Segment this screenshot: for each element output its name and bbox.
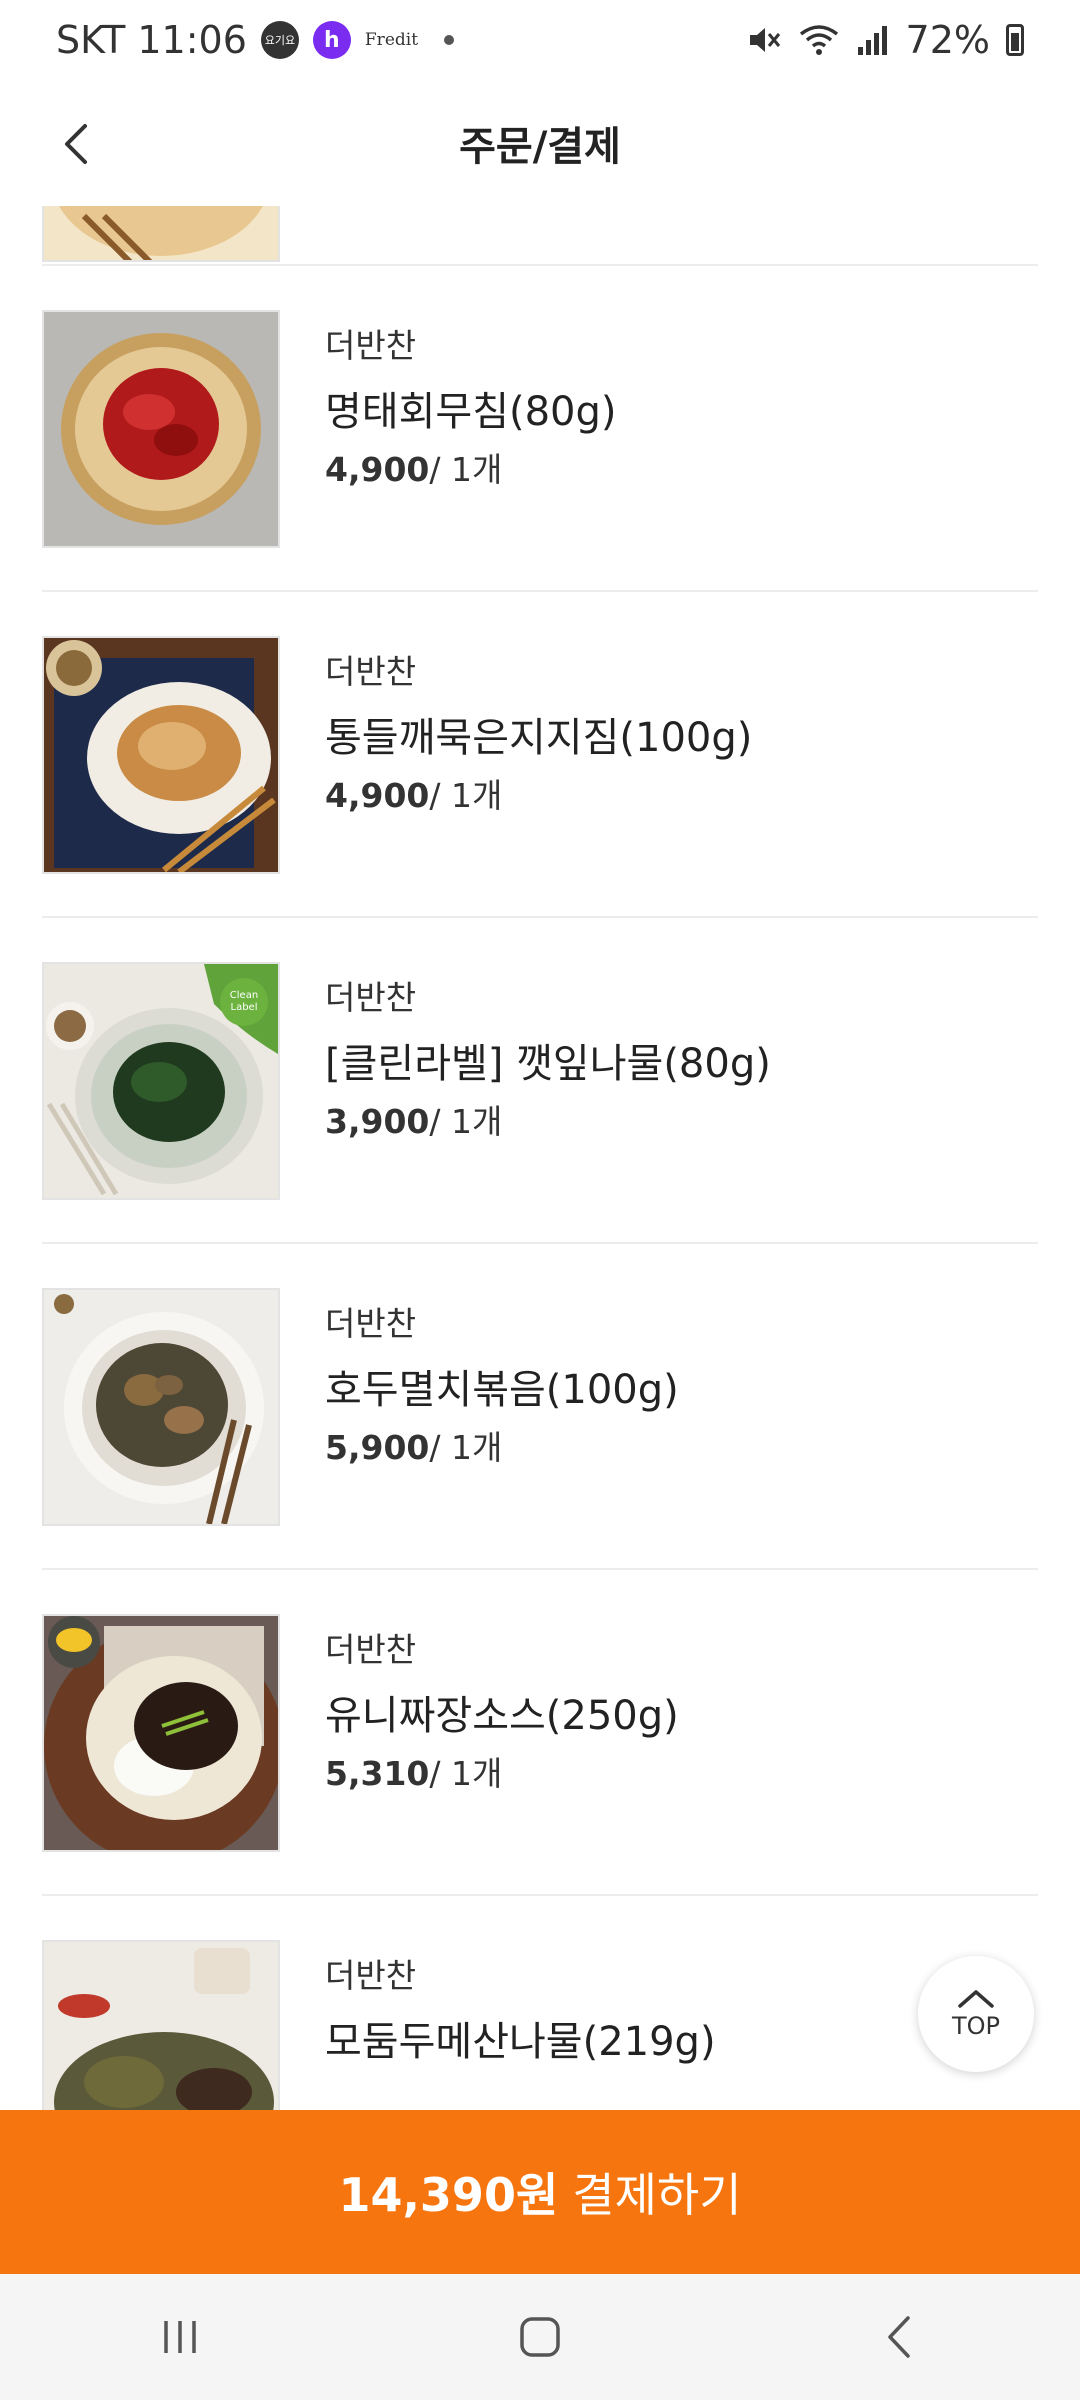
item-price: 3,900	[325, 1102, 430, 1141]
pay-button[interactable]: 14,390원 결제하기	[0, 2110, 1080, 2274]
recent-apps-button[interactable]	[120, 2297, 240, 2377]
product-thumbnail	[42, 1614, 280, 1852]
pay-label: 결제하기	[572, 2168, 742, 2222]
fredit-label: Fredit	[364, 30, 419, 50]
item-brand: 더반찬	[325, 652, 417, 691]
home-icon	[520, 2317, 560, 2357]
list-item[interactable]: Clean Label 더반찬 [클린라벨] 깻잎나물(80g) 3,900/ …	[42, 918, 1038, 1244]
home-button[interactable]	[480, 2297, 600, 2377]
list-item[interactable]: 더반찬 모둠두메산나물(219g)	[42, 1896, 1038, 2110]
list-item[interactable]: 더반찬 유니짜장소스(250g) 5,310/ 1개	[42, 1570, 1038, 1896]
signal-icon	[857, 26, 887, 55]
status-left: SKT 11:06 요기요 h Fredit	[56, 18, 455, 62]
item-name: 유니짜장소스(250g)	[325, 1693, 679, 1739]
list-item[interactable]: 더반찬 호두멸치볶음(100g) 5,900/ 1개	[42, 1244, 1038, 1570]
svg-text:Label: Label	[231, 1002, 258, 1013]
battery-icon	[1006, 24, 1024, 56]
more-notifications-dot	[444, 35, 455, 45]
top-label: TOP	[951, 2012, 1001, 2040]
item-price: 4,900	[325, 450, 430, 489]
back-arrow-icon	[65, 124, 87, 164]
item-qty: / 1개	[429, 776, 503, 815]
item-brand: 더반찬	[325, 1956, 417, 1995]
product-thumbnail	[42, 206, 280, 262]
nav-back-icon	[888, 2316, 910, 2358]
carrier-time: SKT 11:06	[56, 18, 247, 62]
mute-icon	[749, 28, 780, 52]
item-info: 더반찬 [클린라벨] 깻잎나물(80g) 3,900/ 1개	[325, 978, 771, 1142]
item-brand: 더반찬	[325, 1304, 417, 1343]
page-title: 주문/결제	[459, 124, 621, 170]
status-right: 72%	[746, 18, 1024, 62]
item-brand: 더반찬	[325, 326, 417, 365]
product-thumbnail	[42, 1288, 280, 1526]
product-thumbnail: Clean Label	[42, 962, 280, 1200]
item-price: 4,900	[325, 776, 430, 815]
nav-back-button[interactable]	[840, 2297, 960, 2377]
item-price-row: 3,900/ 1개	[325, 1102, 771, 1142]
page-header: 주문/결제	[0, 80, 1080, 206]
item-info: 더반찬 호두멸치볶음(100g) 5,900/ 1개	[325, 1304, 679, 1468]
item-qty: / 1개	[429, 1102, 503, 1141]
item-price-row: 4,900/ 1개	[325, 776, 752, 816]
item-info: 더반찬 유니짜장소스(250g) 5,310/ 1개	[325, 1630, 679, 1794]
item-price: 5,310	[325, 1754, 430, 1793]
item-info: 더반찬 모둠두메산나물(219g)	[325, 1956, 716, 2066]
svg-text:Clean: Clean	[230, 990, 258, 1001]
item-qty: / 1개	[429, 1428, 503, 1467]
item-name: [클린라벨] 깻잎나물(80g)	[325, 1041, 771, 1087]
back-button[interactable]	[48, 116, 104, 172]
item-price: 5,900	[325, 1428, 430, 1467]
item-info: 더반찬 명태회무침(80g) 4,900/ 1개	[325, 326, 617, 490]
yogiyo-notification-icon: 요기요	[260, 21, 299, 59]
product-thumbnail	[42, 310, 280, 548]
wifi-icon	[799, 25, 838, 55]
fredit-notification-icon: h	[312, 21, 351, 59]
item-qty: / 1개	[429, 1754, 503, 1793]
item-qty: / 1개	[429, 450, 503, 489]
system-nav-bar	[0, 2274, 1080, 2400]
product-thumbnail	[42, 636, 280, 874]
scroll-top-button[interactable]: TOP	[918, 1956, 1034, 2072]
pay-total: 14,390원	[338, 2168, 559, 2222]
list-item-partial	[42, 206, 1038, 266]
product-thumbnail	[42, 1940, 280, 2110]
item-price-row: 5,900/ 1개	[325, 1428, 679, 1468]
item-price-row: 5,310/ 1개	[325, 1754, 679, 1794]
item-name: 호두멸치볶음(100g)	[325, 1367, 679, 1413]
item-name: 명태회무침(80g)	[325, 389, 617, 435]
battery-percent: 72%	[905, 18, 990, 62]
order-item-list[interactable]: 더반찬 명태회무침(80g) 4,900/ 1개 더반찬 통들깨묵은지지짐(10…	[0, 206, 1080, 2110]
item-price-row: 4,900/ 1개	[325, 450, 617, 490]
item-brand: 더반찬	[325, 1630, 417, 1669]
item-name: 통들깨묵은지지짐(100g)	[325, 715, 753, 761]
list-item[interactable]: 더반찬 통들깨묵은지지짐(100g) 4,900/ 1개	[42, 592, 1038, 918]
list-item[interactable]: 더반찬 명태회무침(80g) 4,900/ 1개	[42, 266, 1038, 592]
chevron-up-icon	[958, 1990, 994, 2008]
item-brand: 더반찬	[325, 978, 417, 1017]
item-info: 더반찬 통들깨묵은지지짐(100g) 4,900/ 1개	[325, 652, 752, 816]
recent-apps-icon	[164, 2321, 196, 2353]
status-bar: SKT 11:06 요기요 h Fredit 72%	[0, 0, 1080, 80]
item-name: 모둠두메산나물(219g)	[325, 2019, 716, 2065]
